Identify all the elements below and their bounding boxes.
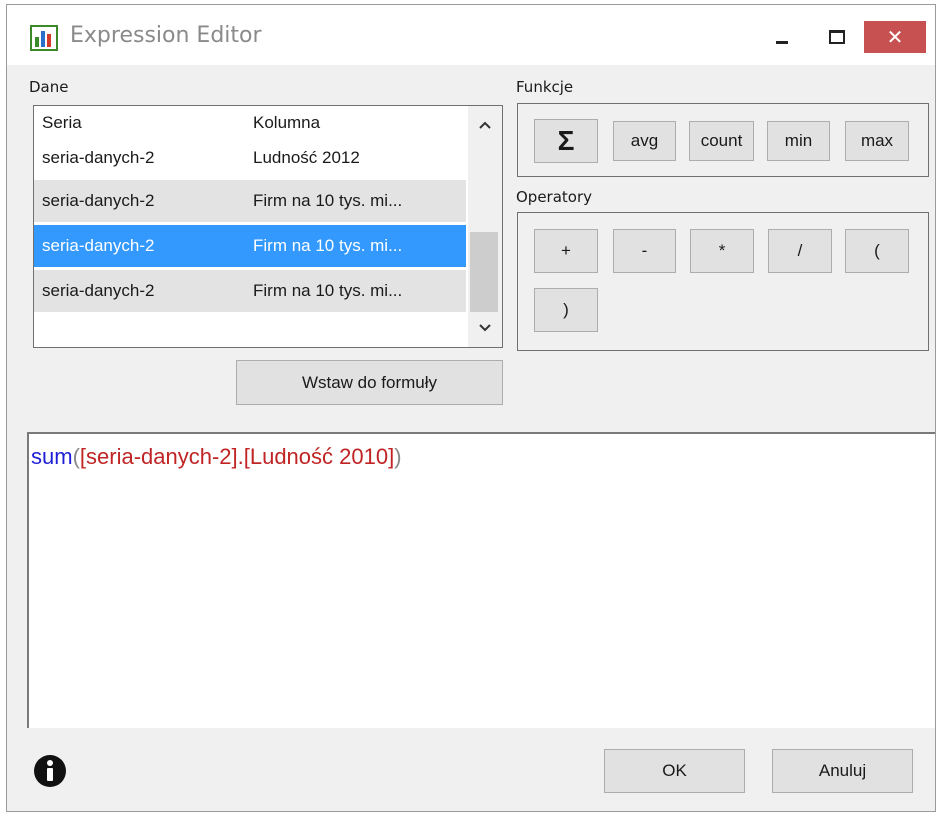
min-function-button[interactable]: min <box>767 121 830 161</box>
expression-function: sum <box>31 444 73 469</box>
divide-operator-button[interactable]: / <box>768 229 832 273</box>
avg-function-button[interactable]: avg <box>613 121 676 161</box>
window-title: Expression Editor <box>70 23 262 48</box>
maximize-icon <box>829 30 845 44</box>
count-function-button[interactable]: count <box>689 121 754 161</box>
bar-chart-icon <box>30 25 58 51</box>
plus-operator-button[interactable]: + <box>534 229 598 273</box>
cancel-button[interactable]: Anuluj <box>772 749 913 793</box>
multiply-operator-button[interactable]: * <box>690 229 754 273</box>
data-section-label: Dane <box>29 78 69 96</box>
row-column: Ludność 2012 <box>253 148 360 167</box>
minimize-button[interactable] <box>767 21 797 53</box>
info-icon[interactable] <box>33 754 67 788</box>
vertical-scrollbar[interactable] <box>468 106 502 347</box>
row-column: Firm na 10 tys. mi... <box>253 191 403 210</box>
close-paren-operator-button[interactable]: ) <box>534 288 598 332</box>
operators-box: + - * / ( ) <box>517 212 929 351</box>
expression-reference: [seria-danych-2].[Ludność 2010] <box>79 444 395 469</box>
ok-button[interactable]: OK <box>604 749 745 793</box>
operators-section-label: Operatory <box>516 188 593 206</box>
chevron-down-icon <box>479 323 491 331</box>
insert-into-formula-button[interactable]: Wstaw do formuły <box>236 360 503 405</box>
data-list[interactable]: Seria Kolumna seria-danych-2 Ludność 201… <box>33 105 503 348</box>
max-function-button[interactable]: max <box>845 121 909 161</box>
sum-function-button[interactable]: Σ <box>534 119 598 163</box>
close-icon: ✕ <box>886 25 904 49</box>
chevron-up-icon <box>479 121 491 129</box>
list-row[interactable]: seria-danych-2 Ludność 2012 <box>34 137 466 179</box>
functions-box: Σ avg count min max <box>517 103 929 177</box>
expression-editor-window: Expression Editor ✕ Dane Seria Kolumna s… <box>6 4 936 812</box>
functions-section-label: Funkcje <box>516 78 574 96</box>
minus-operator-button[interactable]: - <box>613 229 676 273</box>
column-header-series[interactable]: Seria <box>42 113 82 133</box>
row-series: seria-danych-2 <box>42 281 155 300</box>
row-column: Firm na 10 tys. mi... <box>253 236 403 255</box>
scroll-down-button[interactable] <box>468 312 502 342</box>
maximize-button[interactable] <box>822 21 852 53</box>
list-row[interactable]: seria-danych-2 Firm na 10 tys. mi... <box>34 270 466 312</box>
title-bar[interactable]: Expression Editor ✕ <box>7 5 935 65</box>
expression-input[interactable]: sum([seria-danych-2].[Ludność 2010]) <box>27 432 935 728</box>
row-series: seria-danych-2 <box>42 148 155 167</box>
close-button[interactable]: ✕ <box>864 21 926 53</box>
row-column: Firm na 10 tys. mi... <box>253 281 403 300</box>
row-series: seria-danych-2 <box>42 236 155 255</box>
scroll-up-button[interactable] <box>468 110 502 140</box>
scroll-thumb[interactable] <box>470 232 498 312</box>
list-row-selected[interactable]: seria-danych-2 Firm na 10 tys. mi... <box>34 225 466 267</box>
list-row[interactable]: seria-danych-2 Firm na 10 tys. mi... <box>34 180 466 222</box>
expression-open-paren: ( <box>72 444 80 469</box>
minimize-icon <box>776 40 788 44</box>
row-series: seria-danych-2 <box>42 191 155 210</box>
list-header: Seria Kolumna <box>34 106 466 137</box>
open-paren-operator-button[interactable]: ( <box>845 229 909 273</box>
column-header-column[interactable]: Kolumna <box>253 113 320 133</box>
expression-close-paren: ) <box>394 444 402 469</box>
